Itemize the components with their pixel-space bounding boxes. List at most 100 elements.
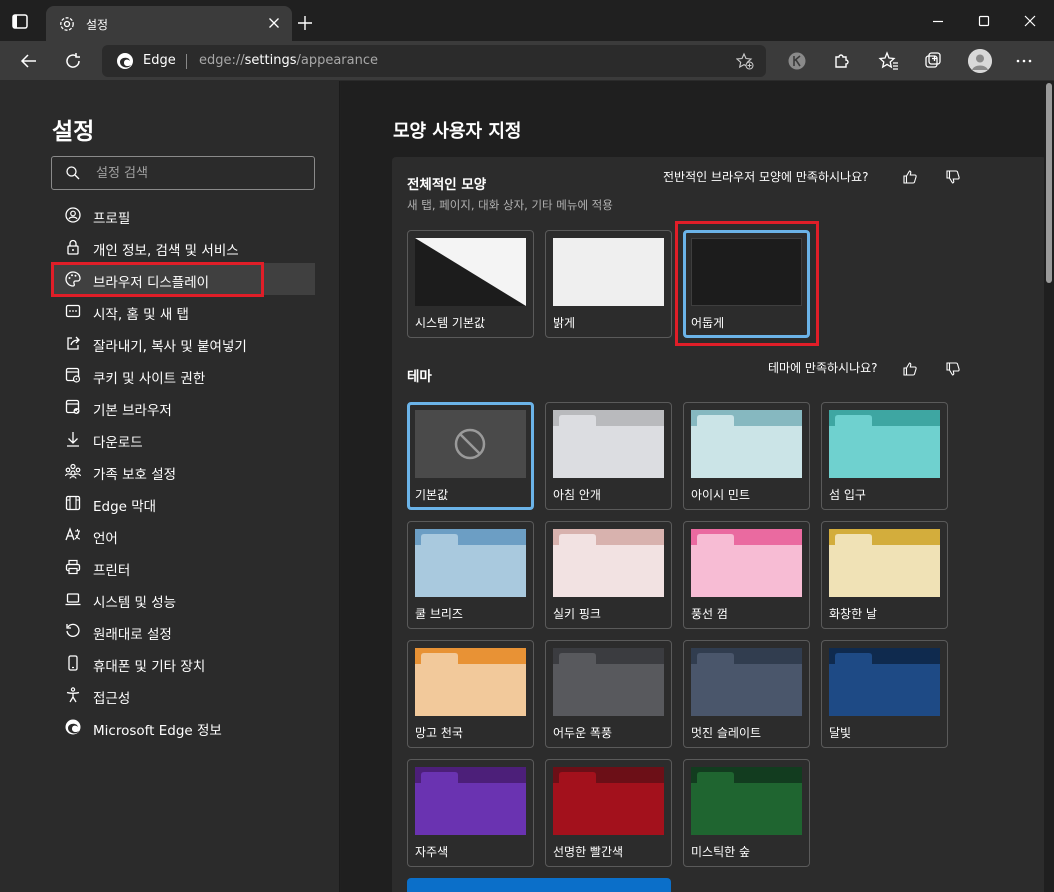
tile-label: 밝게 bbox=[553, 316, 576, 330]
lock-icon bbox=[64, 238, 82, 256]
theme-tile[interactable]: 미스틱한 숲 bbox=[683, 759, 810, 867]
close-tab-icon[interactable] bbox=[266, 15, 282, 31]
url-text: edge://settings/appearance bbox=[199, 53, 378, 68]
sidebar-title: 설정 bbox=[52, 119, 95, 145]
minimize-icon[interactable] bbox=[929, 12, 947, 30]
sidebar-item[interactable]: 다운로드 bbox=[51, 423, 315, 455]
theme-tile[interactable]: 어두운 폭풍 bbox=[545, 640, 672, 748]
discover-themes-button[interactable] bbox=[407, 878, 671, 892]
theme-tile[interactable]: 자주색 bbox=[407, 759, 534, 867]
tile-preview bbox=[691, 238, 802, 306]
search-box[interactable] bbox=[51, 156, 315, 190]
theme-label: 섬 입구 bbox=[829, 488, 866, 502]
theme-tile[interactable]: 멋진 슬레이트 bbox=[683, 640, 810, 748]
sidebar-item-label: 시스템 및 성능 bbox=[93, 595, 177, 611]
close-window-icon[interactable] bbox=[1021, 12, 1039, 30]
theme-tile[interactable]: 실키 핑크 bbox=[545, 521, 672, 629]
search-input[interactable] bbox=[96, 163, 296, 183]
theme-label: 미스틱한 숲 bbox=[691, 845, 751, 859]
sidebar-item-label: 휴대폰 및 기타 장치 bbox=[93, 659, 206, 675]
download-icon bbox=[64, 430, 82, 448]
theme-tile[interactable]: 아이시 민트 bbox=[683, 402, 810, 510]
scrollbar-thumb[interactable] bbox=[1046, 83, 1052, 283]
address-divider bbox=[186, 54, 187, 69]
theme-tile[interactable]: 아침 안개 bbox=[545, 402, 672, 510]
tab-actions-icon[interactable] bbox=[8, 10, 32, 34]
sidebar-item[interactable]: 쿠키 및 사이트 권한 bbox=[51, 359, 315, 391]
theme-tile[interactable]: 쿨 브리즈 bbox=[407, 521, 534, 629]
sidebar-item[interactable]: 프린터 bbox=[51, 551, 315, 583]
toolbar: Edge edge://settings/appearance bbox=[0, 41, 1054, 81]
sidebar-item[interactable]: 가족 보호 설정 bbox=[51, 455, 315, 487]
theme-preview bbox=[553, 767, 664, 835]
light-tile[interactable]: 밝게 bbox=[545, 230, 672, 338]
extension-k-icon[interactable] bbox=[786, 50, 808, 72]
main-content: 모양 사용자 지정 전체적인 모양 새 탭, 페이지, 대화 상자, 기타 메뉴… bbox=[341, 81, 1054, 892]
theme-tile[interactable]: 섬 입구 bbox=[821, 402, 948, 510]
page-title: 모양 사용자 지정 bbox=[393, 121, 522, 142]
collections-icon[interactable] bbox=[922, 50, 944, 72]
theme-label: 실키 핑크 bbox=[553, 607, 601, 621]
theme-tile[interactable]: 기본값 bbox=[407, 402, 534, 510]
theme-label: 화창한 날 bbox=[829, 607, 877, 621]
language-icon bbox=[64, 526, 82, 544]
dark-tile[interactable]: 어둡게 bbox=[683, 230, 810, 338]
sidebar-item[interactable]: 잘라내기, 복사 및 붙여넣기 bbox=[51, 327, 315, 359]
thumbs-down-icon[interactable] bbox=[945, 169, 961, 185]
theme-preview bbox=[415, 410, 526, 478]
system-default-tile[interactable]: 시스템 기본값 bbox=[407, 230, 534, 338]
theme-preview bbox=[829, 410, 940, 478]
refresh-icon[interactable] bbox=[62, 50, 84, 72]
sidebar-item[interactable]: 프로필 bbox=[51, 199, 315, 231]
new-tab-icon[interactable] bbox=[296, 14, 314, 32]
sidebar-item[interactable]: 기본 브라우저 bbox=[51, 391, 315, 423]
accessibility-icon bbox=[64, 686, 82, 704]
theme-tile[interactable]: 풍선 껌 bbox=[683, 521, 810, 629]
start-icon bbox=[64, 302, 82, 320]
add-favorite-icon[interactable] bbox=[735, 52, 754, 70]
sidebar-item[interactable]: 시작, 홈 및 새 탭 bbox=[51, 295, 315, 327]
scrollbar[interactable] bbox=[1044, 81, 1054, 892]
gear-icon bbox=[58, 15, 76, 33]
theme-label: 아이시 민트 bbox=[691, 488, 751, 502]
sidebar-item[interactable]: 원래대로 설정 bbox=[51, 615, 315, 647]
theme-label: 망고 천국 bbox=[415, 726, 463, 740]
theme-label: 아침 안개 bbox=[553, 488, 601, 502]
phone-icon bbox=[64, 654, 82, 672]
sidebar-item[interactable]: 시스템 및 성능 bbox=[51, 583, 315, 615]
tile-label: 어둡게 bbox=[691, 316, 725, 330]
theme-preview bbox=[415, 529, 526, 597]
theme-tile[interactable]: 달빛 bbox=[821, 640, 948, 748]
theme-tile[interactable]: 화창한 날 bbox=[821, 521, 948, 629]
back-icon[interactable] bbox=[18, 50, 40, 72]
maximize-icon[interactable] bbox=[975, 12, 993, 30]
theme-thumbs-down-icon[interactable] bbox=[945, 361, 961, 377]
sidebar-item[interactable]: 언어 bbox=[51, 519, 315, 551]
family-icon bbox=[64, 462, 82, 480]
extensions-icon[interactable] bbox=[830, 50, 852, 72]
theme-preview bbox=[415, 767, 526, 835]
address-bar[interactable]: Edge edge://settings/appearance bbox=[102, 45, 766, 77]
sidebar-item[interactable]: Edge 막대 bbox=[51, 487, 315, 519]
theme-tile[interactable]: 선명한 빨간색 bbox=[545, 759, 672, 867]
theme-tile[interactable]: 망고 천국 bbox=[407, 640, 534, 748]
thumbs-up-icon[interactable] bbox=[902, 169, 918, 185]
tab-settings[interactable]: 설정 bbox=[46, 6, 292, 41]
sidebar-item-label: Edge 막대 bbox=[93, 499, 157, 515]
sidebar-item[interactable]: 휴대폰 및 기타 장치 bbox=[51, 647, 315, 679]
sidebar-item[interactable]: Microsoft Edge 정보 bbox=[51, 711, 315, 743]
sidebar-item[interactable]: 개인 정보, 검색 및 서비스 bbox=[51, 231, 315, 263]
cookie-icon bbox=[64, 366, 82, 384]
sidebar-item-label: 언어 bbox=[93, 531, 118, 547]
sidebar-item-label: 접근성 bbox=[93, 691, 131, 707]
avatar[interactable] bbox=[968, 49, 992, 73]
favorites-icon[interactable] bbox=[878, 50, 900, 72]
sidebar-item[interactable]: 접근성 bbox=[51, 679, 315, 711]
more-menu-icon[interactable] bbox=[1013, 50, 1035, 72]
sidebar-item-label: 원래대로 설정 bbox=[93, 627, 172, 643]
theme-label: 선명한 빨간색 bbox=[553, 845, 624, 859]
theme-thumbs-up-icon[interactable] bbox=[902, 361, 918, 377]
sidebar-item[interactable]: 브라우저 디스플레이 bbox=[51, 263, 315, 295]
browser-icon bbox=[64, 398, 82, 416]
laptop-icon bbox=[64, 590, 82, 608]
